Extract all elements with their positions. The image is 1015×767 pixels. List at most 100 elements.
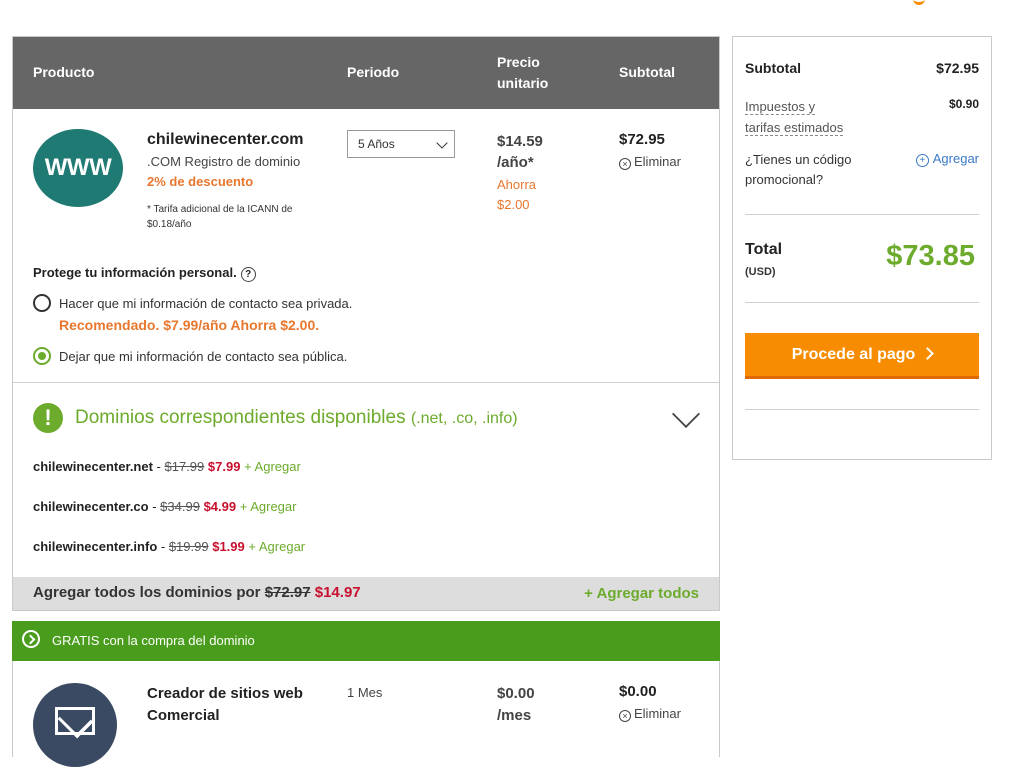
website-builder-name: Creador de sitios web Comercial [147,685,303,724]
add-suggestion-button[interactable]: + Agregar [248,539,305,554]
old-price: $17.99 [164,459,205,474]
add-suggestion-button[interactable]: + Agregar [244,459,301,474]
matching-title-text: Dominios correspondientes disponibles [75,407,406,428]
summary-divider [745,302,979,303]
separator: - [157,539,169,554]
taxes-value: $0.90 [948,97,979,111]
add-all-button[interactable]: + Agregar todos [584,585,699,602]
column-unit-price-2: unitario [497,75,549,91]
period-select-value: 5 Años [358,137,395,151]
suggestion-domain: chilewinecenter.info [33,539,158,554]
close-circle-icon: × [619,710,631,722]
add-all-old-price: $72.97 [264,584,311,601]
unit-price: $14.59 /año* [497,131,543,173]
savings-amount: $2.00 [497,197,530,212]
chevron-right-icon [921,347,935,360]
promo-question-line2: promocional? [745,172,824,187]
section-divider [13,382,719,383]
order-summary: Subtotal $72.95 Impuestos y tarifas esti… [732,36,992,460]
old-price: $19.99 [168,539,209,554]
option-private-label[interactable]: Hacer que mi información de contacto sea… [59,296,352,311]
unit-price-period: /año* [497,154,534,171]
add-all-label: Agregar todos los dominios por [33,584,261,601]
suggestion-domain: chilewinecenter.co [33,499,149,514]
option-public-label[interactable]: Dejar que mi información de contacto sea… [59,349,347,364]
summary-subtotal-label: Subtotal [745,60,801,76]
icann-fee-note: * Tarifa adicional de la ICANN de $0.18/… [147,204,293,230]
collapse-chevron-icon[interactable] [671,399,701,429]
domain-description: .COM Registro de dominio [147,154,301,169]
add-promo-button[interactable]: + Agregar [915,151,979,167]
suggestion-row: chilewinecenter.net - $17.99 $7.99 + Agr… [33,459,301,474]
summary-subtotal-value: $72.95 [936,60,979,76]
website-builder-period: 1 Mes [347,685,383,700]
checkout-label: Procede al pago [791,346,916,363]
remove-label: Eliminar [634,706,681,721]
cart-table-header: Producto Periodo Precio unitario Subtota… [13,37,719,109]
domain-name: chilewinecenter.com [147,131,304,148]
new-price: $1.99 [212,539,245,554]
website-builder-price-period: /mes [497,707,532,724]
matching-domains-title: Dominios correspondientes disponibles (.… [75,407,518,429]
add-suggestion-button[interactable]: + Agregar [240,499,297,514]
summary-divider [745,214,979,215]
add-promo-label: Agregar [932,151,979,166]
taxes-label[interactable]: Impuestos y tarifas estimados [745,96,844,138]
header-accent [913,0,925,5]
promo-question: ¿Tienes un código promocional? [745,150,851,190]
radio-private[interactable] [33,294,51,312]
remove-website-builder-button[interactable]: × Eliminar [619,706,681,722]
suggestion-row: chilewinecenter.info - $19.99 $1.99 + Ag… [33,539,305,554]
website-builder-subtotal: $0.00 [619,683,657,700]
add-all-text: Agregar todos los dominios por $72.97 $1… [33,584,361,601]
chevron-right-circle-icon [22,630,40,648]
add-all-bar: Agregar todos los dominios por $72.97 $1… [13,577,719,610]
total-label: Total [745,241,783,258]
privacy-title: Protege tu información personal.? [33,265,256,282]
promo-question-line1: ¿Tienes un código [745,152,852,167]
close-circle-icon: × [619,158,631,170]
item-subtotal: $72.95 [619,131,665,148]
total-currency: (USD) [745,266,776,278]
savings-label: Ahorra [497,177,537,192]
column-unit-price-1: Precio [497,54,540,70]
free-with-domain-banner: GRATIS con la compra del dominio [12,621,720,661]
column-product: Producto [33,64,95,80]
radio-public[interactable] [33,347,51,365]
plus-circle-icon: + [915,154,929,167]
taxes-label-line2: tarifas estimados [745,120,844,136]
separator: - [148,499,161,514]
chevron-down-icon [436,137,448,149]
taxes-label-line1: Impuestos y [745,99,816,115]
free-banner-text: GRATIS con la compra del dominio [52,633,255,648]
checkout-button[interactable]: Procede al pago [745,333,979,379]
privacy-recommendation: Recomendado. $7.99/año Ahorra $2.00. [59,317,320,333]
exclamation-icon: ! [33,403,63,433]
summary-divider [745,409,979,410]
suggestion-domain: chilewinecenter.net [33,459,153,474]
cart-table: Producto Periodo Precio unitario Subtota… [12,36,720,611]
remove-label: Eliminar [634,154,681,169]
suggestion-row: chilewinecenter.co - $34.99 $4.99 + Agre… [33,499,296,514]
column-subtotal: Subtotal [619,64,675,80]
separator: - [152,459,165,474]
help-icon[interactable]: ? [240,267,256,282]
column-period: Periodo [347,64,400,80]
total-value: $73.85 [886,240,975,272]
old-price: $34.99 [160,499,200,514]
matching-extensions: (.net, .co, .info) [410,410,518,427]
website-builder-item: Creador de sitios web Comercial 1 Mes $0… [12,661,720,767]
unit-price-amount: $14.59 [497,133,543,150]
www-logo-icon: WWW [33,129,123,207]
domain-discount: 2% de descuento [147,174,254,189]
new-price: $7.99 [207,459,241,474]
remove-item-button[interactable]: × Eliminar [619,154,681,170]
privacy-title-text: Protege tu información personal. [33,265,237,280]
period-select[interactable]: 5 Años [347,130,455,158]
new-price: $4.99 [203,499,237,514]
savings: Ahorra $2.00 [497,175,536,215]
website-builder-price-amount: $0.00 [497,685,535,702]
website-builder-icon [33,683,117,767]
website-builder-price: $0.00 /mes [497,683,535,727]
add-all-new-price: $14.97 [314,584,361,601]
